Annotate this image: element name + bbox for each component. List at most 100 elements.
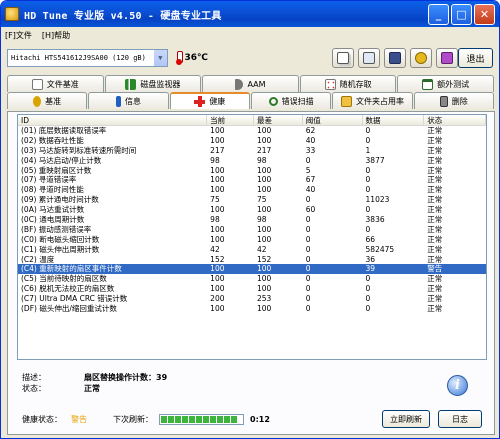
cell-status: 正常 — [427, 135, 443, 145]
refresh-progress-bar — [159, 413, 244, 425]
cell-current: 100 — [210, 126, 225, 135]
chevron-down-icon[interactable]: ▼ — [152, 50, 167, 66]
health-status-value: 警告 — [71, 414, 87, 424]
table-row[interactable]: (0C) 通电周期计数 98 98 0 3836 正常 — [18, 215, 486, 225]
menu-file[interactable]: [F]文件 — [5, 30, 32, 41]
tab-extra-tests[interactable]: 额外测试 — [397, 75, 494, 92]
column-header-id[interactable]: ID — [18, 115, 208, 125]
tab-random-access[interactable]: 随机存取 — [299, 75, 397, 92]
cell-worst: 100 — [256, 264, 272, 274]
minimize-button[interactable]: _ — [428, 3, 449, 25]
copy-screenshot-button[interactable] — [357, 48, 380, 68]
log-button[interactable]: 日志 — [438, 410, 482, 428]
table-row[interactable]: (0A) 马达重试计数 100 100 60 0 正常 — [18, 205, 486, 215]
table-row[interactable]: (C5) 当前待映射的扇区数 100 100 0 0 正常 — [18, 274, 486, 284]
tab-erase[interactable]: 删除 — [413, 92, 494, 109]
progress-segment — [203, 415, 209, 423]
table-row[interactable]: (C4) 重新映射的扇区事件计数 100 100 0 39 警告 — [18, 264, 486, 275]
folder-icon — [340, 95, 352, 107]
cell-status: 正常 — [427, 155, 443, 165]
options-button[interactable] — [409, 48, 432, 68]
tab-label: 文件夹占用率 — [355, 96, 404, 106]
tab-file-benchmark[interactable]: 文件基准 — [7, 75, 104, 92]
info-icon: i — [447, 375, 468, 396]
cell-threshold: 0 — [305, 215, 311, 225]
refresh-now-button[interactable]: 立即刷新 — [382, 410, 430, 428]
table-row[interactable]: (DF) 磁头伸出/缩回重试计数 100 100 0 0 正常 — [18, 304, 486, 314]
cell-worst: 100 — [256, 274, 272, 284]
cell-id: (C7) Ultra DMA CRC 错误计数 — [21, 294, 128, 304]
cell-id: (08) 寻道时间性能 — [21, 185, 84, 195]
table-row[interactable]: (09) 累计通电时间计数 75 75 0 11023 正常 — [18, 195, 486, 205]
progress-segment — [210, 415, 216, 423]
exit-button[interactable]: 退出 — [457, 48, 493, 68]
progress-segment — [168, 415, 174, 423]
table-row[interactable]: (C1) 磁头伸出周期计数 42 42 0 582475 正常 — [18, 245, 486, 255]
cell-data: 36 — [365, 254, 376, 264]
table-row[interactable]: (C0) 断电磁头缩回计数 100 100 0 66 正常 — [18, 235, 486, 245]
cell-id: (05) 重映射扇区计数 — [21, 165, 92, 175]
table-row[interactable]: (02) 数据吞吐性能 100 100 40 0 正常 — [18, 136, 486, 146]
maximize-button[interactable]: □ — [451, 3, 472, 25]
cell-threshold: 0 — [305, 234, 311, 244]
table-row[interactable]: (C7) Ultra DMA CRC 错误计数 200 253 0 0 正常 — [18, 294, 486, 304]
cell-worst: 75 — [256, 195, 267, 205]
cell-status: 正常 — [427, 244, 443, 254]
copy-text-button[interactable] — [331, 48, 354, 68]
title-bar[interactable]: HD Tune 专业版 v4.50 - 硬盘专业工具 _ □ ✕ — [1, 1, 499, 27]
progress-segment — [231, 415, 237, 423]
cell-id: (04) 马达启动/停止计数 — [21, 155, 102, 165]
cell-worst: 100 — [256, 284, 272, 294]
cell-current: 100 — [210, 264, 225, 274]
cell-id: (C2) 温度 — [21, 254, 55, 264]
table-row[interactable]: (C6) 脱机无法校正的扇区数 100 100 0 0 正常 — [18, 284, 486, 294]
cell-data: 11023 — [365, 195, 390, 205]
cell-worst: 253 — [256, 294, 272, 304]
cell-worst: 100 — [256, 165, 272, 175]
cell-worst: 42 — [256, 244, 267, 254]
down-arrow-icon — [440, 52, 453, 64]
tab-folder-usage[interactable]: 文件夹占用率 — [332, 92, 413, 109]
table-row[interactable]: (07) 寻道错误率 100 100 67 0 正常 — [18, 175, 486, 185]
tab-label: AAM — [247, 79, 266, 89]
drive-select[interactable]: Hitachi HTS541612J9SA00 (120 gB) ▼ — [7, 49, 168, 67]
window-title: HD Tune 专业版 v4.50 - 硬盘专业工具 — [24, 10, 222, 22]
tab-health[interactable]: 健康 — [169, 92, 250, 109]
tab-benchmark[interactable]: 基准 — [7, 92, 88, 109]
close-button[interactable]: ✕ — [474, 3, 495, 25]
cell-threshold: 0 — [305, 274, 311, 284]
table-row[interactable]: (01) 底层数据读取错误率 100 100 62 0 正常 — [18, 126, 486, 136]
download-button[interactable] — [435, 48, 458, 68]
table-row[interactable]: (C2) 温度 152 152 0 36 正常 — [18, 255, 486, 265]
detail-area: 描述： 扇区替换操作计数：39 状态： 正常 — [22, 372, 167, 394]
cell-data: 0 — [365, 284, 371, 294]
table-row[interactable]: (BF) 振动感测错误率 100 100 0 0 正常 — [18, 225, 486, 235]
table-row[interactable]: (03) 马达旋转到标准转速所需时间 217 217 33 1 正常 — [18, 146, 486, 156]
tab-aam[interactable]: AAM — [202, 75, 299, 92]
table-row[interactable]: (04) 马达启动/停止计数 98 98 0 3877 正常 — [18, 156, 486, 166]
cell-worst: 100 — [256, 135, 272, 145]
column-header-status[interactable]: 状态 — [424, 115, 486, 125]
save-button[interactable] — [383, 48, 406, 68]
cell-data: 3836 — [365, 215, 385, 225]
column-header-current[interactable]: 当前 — [207, 115, 254, 125]
progress-segment — [175, 415, 181, 423]
tab-row-top: 文件基准 磁盘监视器 AAM 随机存取 额外测试 — [7, 75, 495, 92]
table-row[interactable]: (08) 寻道时间性能 100 100 40 0 正常 — [18, 185, 486, 195]
cell-current: 100 — [210, 185, 225, 195]
cell-id: (DF) 磁头伸出/缩回重试计数 — [21, 304, 117, 314]
tab-error-scan[interactable]: 错误扫描 — [250, 92, 332, 109]
tab-info[interactable]: 信息 — [88, 92, 169, 109]
description-label: 描述： — [22, 373, 46, 382]
tab-disk-monitor[interactable]: 磁盘监视器 — [104, 75, 202, 92]
smart-table[interactable]: ID 当前 最差 阈值 数据 状态 (01) 底层数据读取错误率 100 100 62… — [17, 114, 487, 360]
column-header-data[interactable]: 数据 — [363, 115, 425, 125]
cell-current: 100 — [210, 284, 225, 294]
column-header-worst[interactable]: 最差 — [254, 115, 303, 125]
cell-data: 0 — [365, 185, 371, 195]
cell-data: 0 — [365, 135, 371, 145]
column-header-threshold[interactable]: 阈值 — [303, 115, 363, 125]
table-row[interactable]: (05) 重映射扇区计数 100 100 5 0 正常 — [18, 166, 486, 176]
cell-status: 正常 — [427, 224, 443, 234]
menu-help[interactable]: [H]帮助 — [42, 30, 70, 41]
